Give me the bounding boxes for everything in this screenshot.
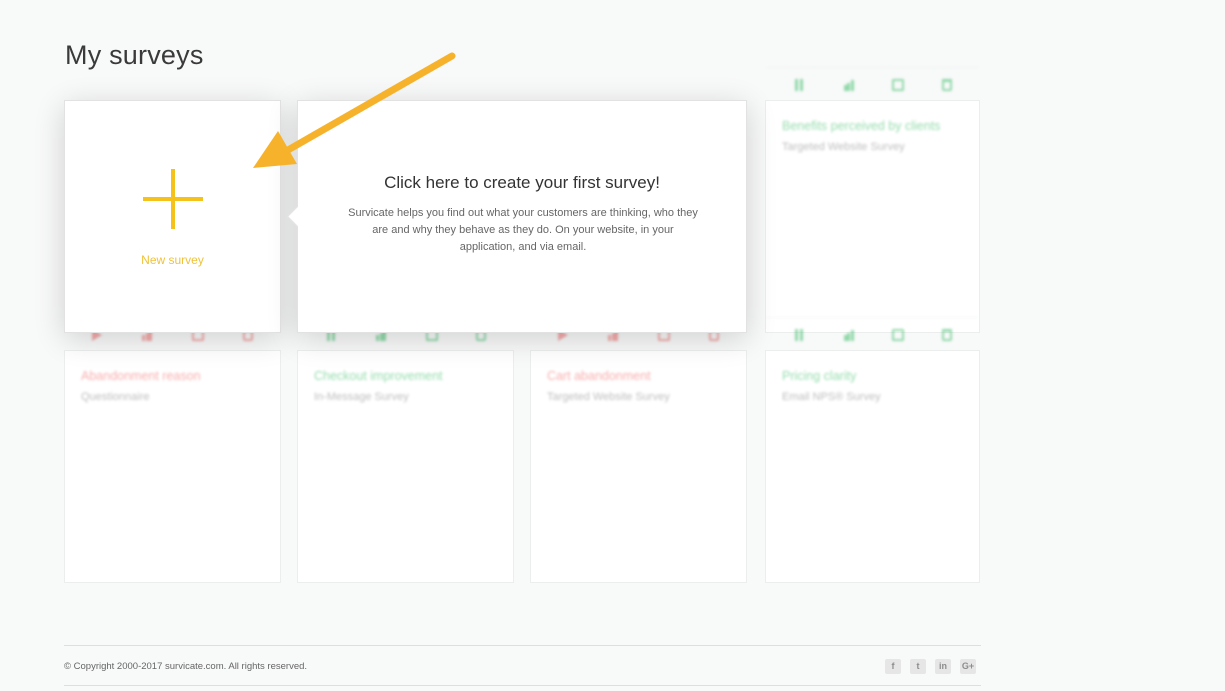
hint-description: Survicate helps you find out what your c… [348,207,698,253]
survey-title[interactable]: Abandonment reason [81,369,201,383]
linkedin-icon[interactable]: in [935,659,951,674]
plus-icon [143,169,203,229]
facebook-icon[interactable]: f [885,659,901,674]
survey-title[interactable]: Pricing clarity [782,369,856,383]
page-title: My surveys [65,40,204,70]
survey-card[interactable]: Pricing clarity Email NPS® Survey [765,317,980,583]
hint-title: Click here to create your first survey! [384,173,660,192]
survey-card[interactable]: Checkout improvement In-Message Survey [297,317,514,583]
survey-title[interactable]: Checkout improvement [314,369,443,383]
create-survey-hint[interactable]: Click here to create your first survey! … [286,100,747,333]
trash-icon[interactable] [942,78,953,91]
chart-icon[interactable] [843,79,855,91]
survey-type: Questionnaire [81,391,150,403]
pause-icon[interactable] [793,328,805,341]
chart-icon[interactable] [843,329,855,341]
google-plus-icon[interactable]: G+ [960,659,976,674]
footer-bottom-divider [64,685,981,686]
pause-icon[interactable] [793,78,805,91]
edit-icon[interactable] [892,328,905,341]
edit-icon[interactable] [892,78,905,91]
new-survey-label: New survey [141,253,204,267]
survey-title[interactable]: Benefits perceived by clients [782,119,940,133]
new-survey-card[interactable]: New survey [64,100,281,333]
survey-type: Email NPS® Survey [782,391,881,403]
copyright-text: © Copyright 2000-2017 survicate.com. All… [64,661,308,672]
survey-type: In-Message Survey [314,391,409,403]
survey-type: Targeted Website Survey [782,141,905,153]
trash-icon[interactable] [942,328,953,341]
survey-actions [766,67,979,101]
survey-card[interactable]: Abandonment reason Questionnaire [64,317,281,583]
survey-card[interactable]: Benefits perceived by clients Targeted W… [765,67,980,333]
hint-pointer [286,205,309,228]
survey-type: Targeted Website Survey [547,391,670,403]
footer-divider [64,645,981,646]
survey-title[interactable]: Cart abandonment [547,369,651,383]
twitter-icon[interactable]: t [910,659,926,674]
survey-actions [766,317,979,351]
survey-card[interactable]: Cart abandonment Targeted Website Survey [530,317,747,583]
